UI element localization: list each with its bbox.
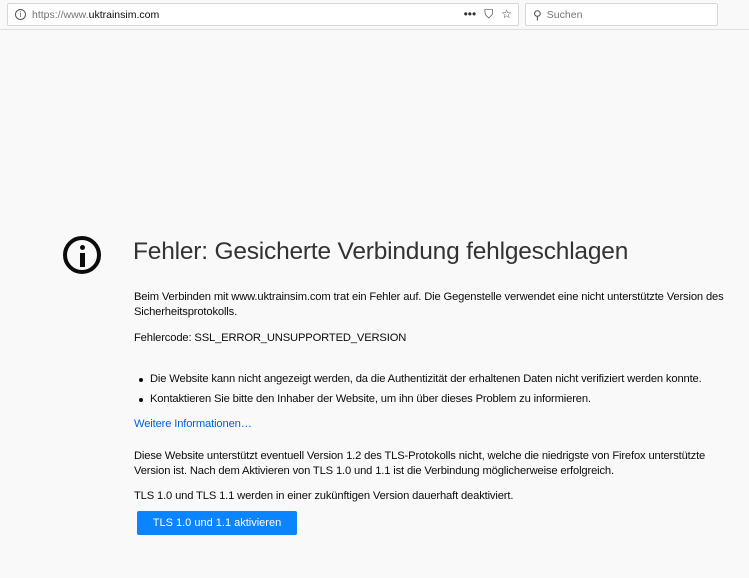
url-prefix: https://www.: [32, 8, 89, 21]
deprecation-note: TLS 1.0 und TLS 1.1 werden in einer zukü…: [134, 490, 514, 502]
url-domain: uktrainsim.com: [88, 8, 160, 21]
info-icon[interactable]: i: [15, 9, 26, 20]
search-input[interactable]: ⚲ Suchen: [525, 3, 718, 26]
error-code: Fehlercode: SSL_ERROR_UNSUPPORTED_VERSIO…: [134, 332, 407, 344]
list-item: Die Website kann nicht angezeigt werden,…: [134, 372, 704, 387]
pocket-icon[interactable]: ⛉: [484, 7, 493, 22]
more-info-link[interactable]: Weitere Informationen…: [134, 418, 252, 430]
bookmark-star-icon[interactable]: ☆: [501, 7, 512, 22]
error-content: Beim Verbinden mit www.uktrainsim.com tr…: [134, 290, 734, 535]
enable-tls-button[interactable]: TLS 1.0 und 1.1 aktivieren: [137, 511, 297, 535]
error-intro: Beim Verbinden mit www.uktrainsim.com tr…: [134, 291, 724, 318]
page-title: Fehler: Gesicherte Verbindung fehlgeschl…: [133, 238, 629, 265]
list-item: Kontaktieren Sie bitte den Inhaber der W…: [134, 392, 704, 407]
tls-note: Diese Website unterstützt eventuell Vers…: [134, 450, 706, 477]
info-icon: [63, 236, 101, 274]
more-actions-icon[interactable]: •••: [464, 7, 477, 22]
url-text[interactable]: https://www.uktrainsim.com: [32, 9, 159, 21]
search-icon: ⚲: [533, 7, 542, 22]
error-bullets: Die Website kann nicht angezeigt werden,…: [134, 372, 734, 407]
browser-toolbar: i https://www.uktrainsim.com ••• ⛉ ☆ ⚲ S…: [0, 0, 749, 30]
url-bar[interactable]: i https://www.uktrainsim.com ••• ⛉ ☆: [7, 3, 519, 26]
search-placeholder: Suchen: [546, 8, 583, 21]
